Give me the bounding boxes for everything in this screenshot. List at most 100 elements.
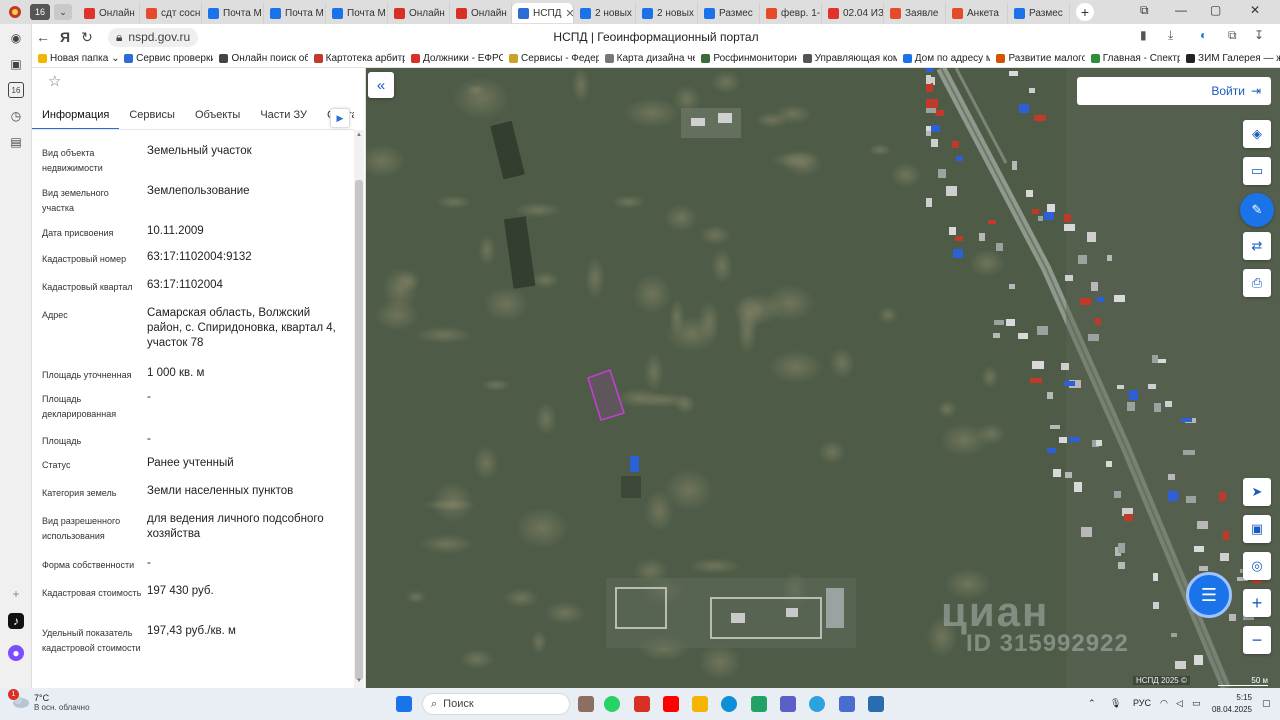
notes-icon[interactable]: ▤ [8,134,24,150]
clock[interactable]: 5:15 08.04.2025 [1210,692,1252,716]
browser-tab[interactable]: 02.04 ИЗ [822,3,884,23]
volume-icon[interactable]: ◁ [1176,698,1183,709]
favorite-star-icon[interactable]: ☆ [48,72,61,90]
minimap-button[interactable]: ▣ [1243,515,1271,543]
downloads-icon[interactable]: ↧ [1254,28,1264,42]
microphone-icon[interactable]: 🎙︎ [1110,698,1121,709]
browser-tab[interactable]: Заявле [884,3,946,23]
yandex-browser-icon[interactable] [634,696,650,712]
youtube-icon[interactable] [663,696,679,712]
tab-collections-icon[interactable]: ⧉ [1140,3,1149,18]
tab-close-icon[interactable]: ✕ [565,7,573,20]
bookmark-item[interactable]: Дом по адресу м [897,53,990,64]
bookmark-item[interactable]: Главная - Спектр [1085,53,1180,64]
maximize-icon[interactable]: ▢ [1210,3,1221,17]
browser-tab[interactable]: Почта М [326,3,388,23]
download-icon[interactable]: ⤓ [1168,28,1173,43]
print-button[interactable]: ⎙ [1243,269,1271,297]
bookmark-icon[interactable]: ▮ [1140,28,1147,42]
add-sidebar-app-icon[interactable]: + [8,586,24,602]
login-icon[interactable]: ⇥ [1251,84,1261,98]
chat-button[interactable]: ☰ [1186,572,1232,618]
browser-tab[interactable]: сдт сосн [140,3,202,23]
browser-tab[interactable]: Онлайн [388,3,450,23]
browser-logo-icon[interactable] [0,0,30,24]
login-label[interactable]: Войти [1211,84,1245,98]
bookmark-item[interactable]: Управляющая ком [797,53,897,64]
url-field[interactable]: 🔒︎ nspd.gov.ru [108,27,199,47]
taskbar-search[interactable]: ⌕ Поиск [422,693,570,715]
language-indicator[interactable]: РУС [1133,698,1151,708]
browser-tab[interactable]: Анкета [946,3,1008,23]
map-view[interactable]: « Войти ⇥ ◈ ▭ ✎ ⇄ ⎙ ➤ ▣ ◎ + − ☰ циан ID … [366,68,1280,688]
whatsapp-icon[interactable] [604,696,620,712]
browser-tab[interactable]: Почта М [264,3,326,23]
browser-tab[interactable]: Почта М [202,3,264,23]
collapse-panel-button[interactable]: « [368,72,394,98]
app-icon[interactable] [839,696,855,712]
tab-list-chevron-icon[interactable]: ⌄ [54,4,72,20]
share-button[interactable]: ⇄ [1243,232,1271,260]
browser-tab[interactable]: 2 новых [574,3,636,23]
bookmark-item[interactable]: Развитие малого [990,53,1085,64]
zoom-out-button[interactable]: − [1243,626,1271,654]
collections-icon[interactable]: ▣ [8,56,24,72]
close-window-icon[interactable]: ✕ [1250,3,1260,17]
vpn-icon[interactable]: ◐ [1200,28,1207,42]
weather-widget[interactable]: 1 7°C В осн. облачно [8,689,90,712]
notifications-icon[interactable]: ▢ [1262,698,1271,709]
extensions-icon[interactable]: ⧉ [1228,28,1237,43]
history-icon[interactable]: ◷ [8,108,24,124]
bookmark-item[interactable]: Картотека арбитр [308,53,405,64]
file-explorer-app-icon[interactable] [578,696,594,712]
back-arrow-icon[interactable]: ← [32,29,54,45]
bookmark-item[interactable]: Сервисы - Федер [503,53,599,64]
info-tab[interactable]: Объекты [185,106,250,129]
alice-assistant-icon[interactable]: ● [8,645,24,661]
bookmark-item[interactable]: Карта дизайна че [599,53,695,64]
browser-tab[interactable]: Онлайн [450,3,512,23]
scroll-down-icon[interactable]: ▼ [355,678,363,684]
teams-icon[interactable] [780,696,796,712]
minimize-icon[interactable]: — [1175,3,1187,17]
panel-scrollbar[interactable]: ▲ ▼ [354,130,364,688]
excel-icon[interactable] [751,696,767,712]
bookmark-item[interactable]: Онлайн поиск об [213,53,308,64]
zoom-in-button[interactable]: + [1243,589,1271,617]
store-icon[interactable] [868,696,884,712]
tabs-scroll-right-icon[interactable]: ▶ [330,108,350,128]
telegram-icon[interactable] [809,696,825,712]
ruler-button[interactable]: ▭ [1243,157,1271,185]
draw-tool-button[interactable]: ✎ [1240,193,1274,227]
locate-button[interactable]: ➤ [1243,478,1271,506]
bookmark-item[interactable]: ЗИМ Галерея — ж [1180,53,1280,64]
info-tab[interactable]: Информация [32,106,120,129]
browser-tab[interactable]: НСПД ✕ [512,3,574,23]
browser-tab[interactable]: 2 новых [636,3,698,23]
windows-start-icon[interactable] [396,696,412,712]
tiktok-icon[interactable]: ♪ [8,613,24,629]
layers-button[interactable]: ◈ [1243,120,1271,148]
new-tab-button[interactable]: + [1076,3,1094,21]
wifi-icon[interactable]: ◠ [1160,698,1168,709]
browser-tab[interactable]: Размес [698,3,760,23]
back-history-icon[interactable]: ◉ [8,30,24,46]
browser-tab[interactable]: Онлайн [78,3,140,23]
geolocation-button[interactable]: ◎ [1243,552,1271,580]
info-tab[interactable]: Сервисы [119,106,185,129]
tab-counter-icon[interactable]: 16 [8,82,24,98]
tab-count-badge[interactable]: 16 [30,4,50,20]
tray-chevron-icon[interactable]: ⌃ [1088,698,1096,709]
bookmark-item[interactable]: Должники - ЕФРС [405,53,503,64]
browser-tab[interactable]: февр. 1- [760,3,822,23]
yandex-icon[interactable]: Я [54,29,76,45]
browser-tab[interactable]: Размес [1008,3,1070,23]
edge-icon[interactable] [721,696,737,712]
battery-icon[interactable]: ▭ [1192,698,1201,709]
info-tab[interactable]: Части ЗУ [250,106,317,129]
scroll-up-icon[interactable]: ▲ [355,132,363,138]
bookmark-item[interactable]: Сервис проверки [118,53,213,64]
reload-icon[interactable]: ↻ [76,29,98,46]
scroll-thumb[interactable] [355,180,363,680]
login-bar[interactable]: Войти ⇥ [1077,77,1271,105]
